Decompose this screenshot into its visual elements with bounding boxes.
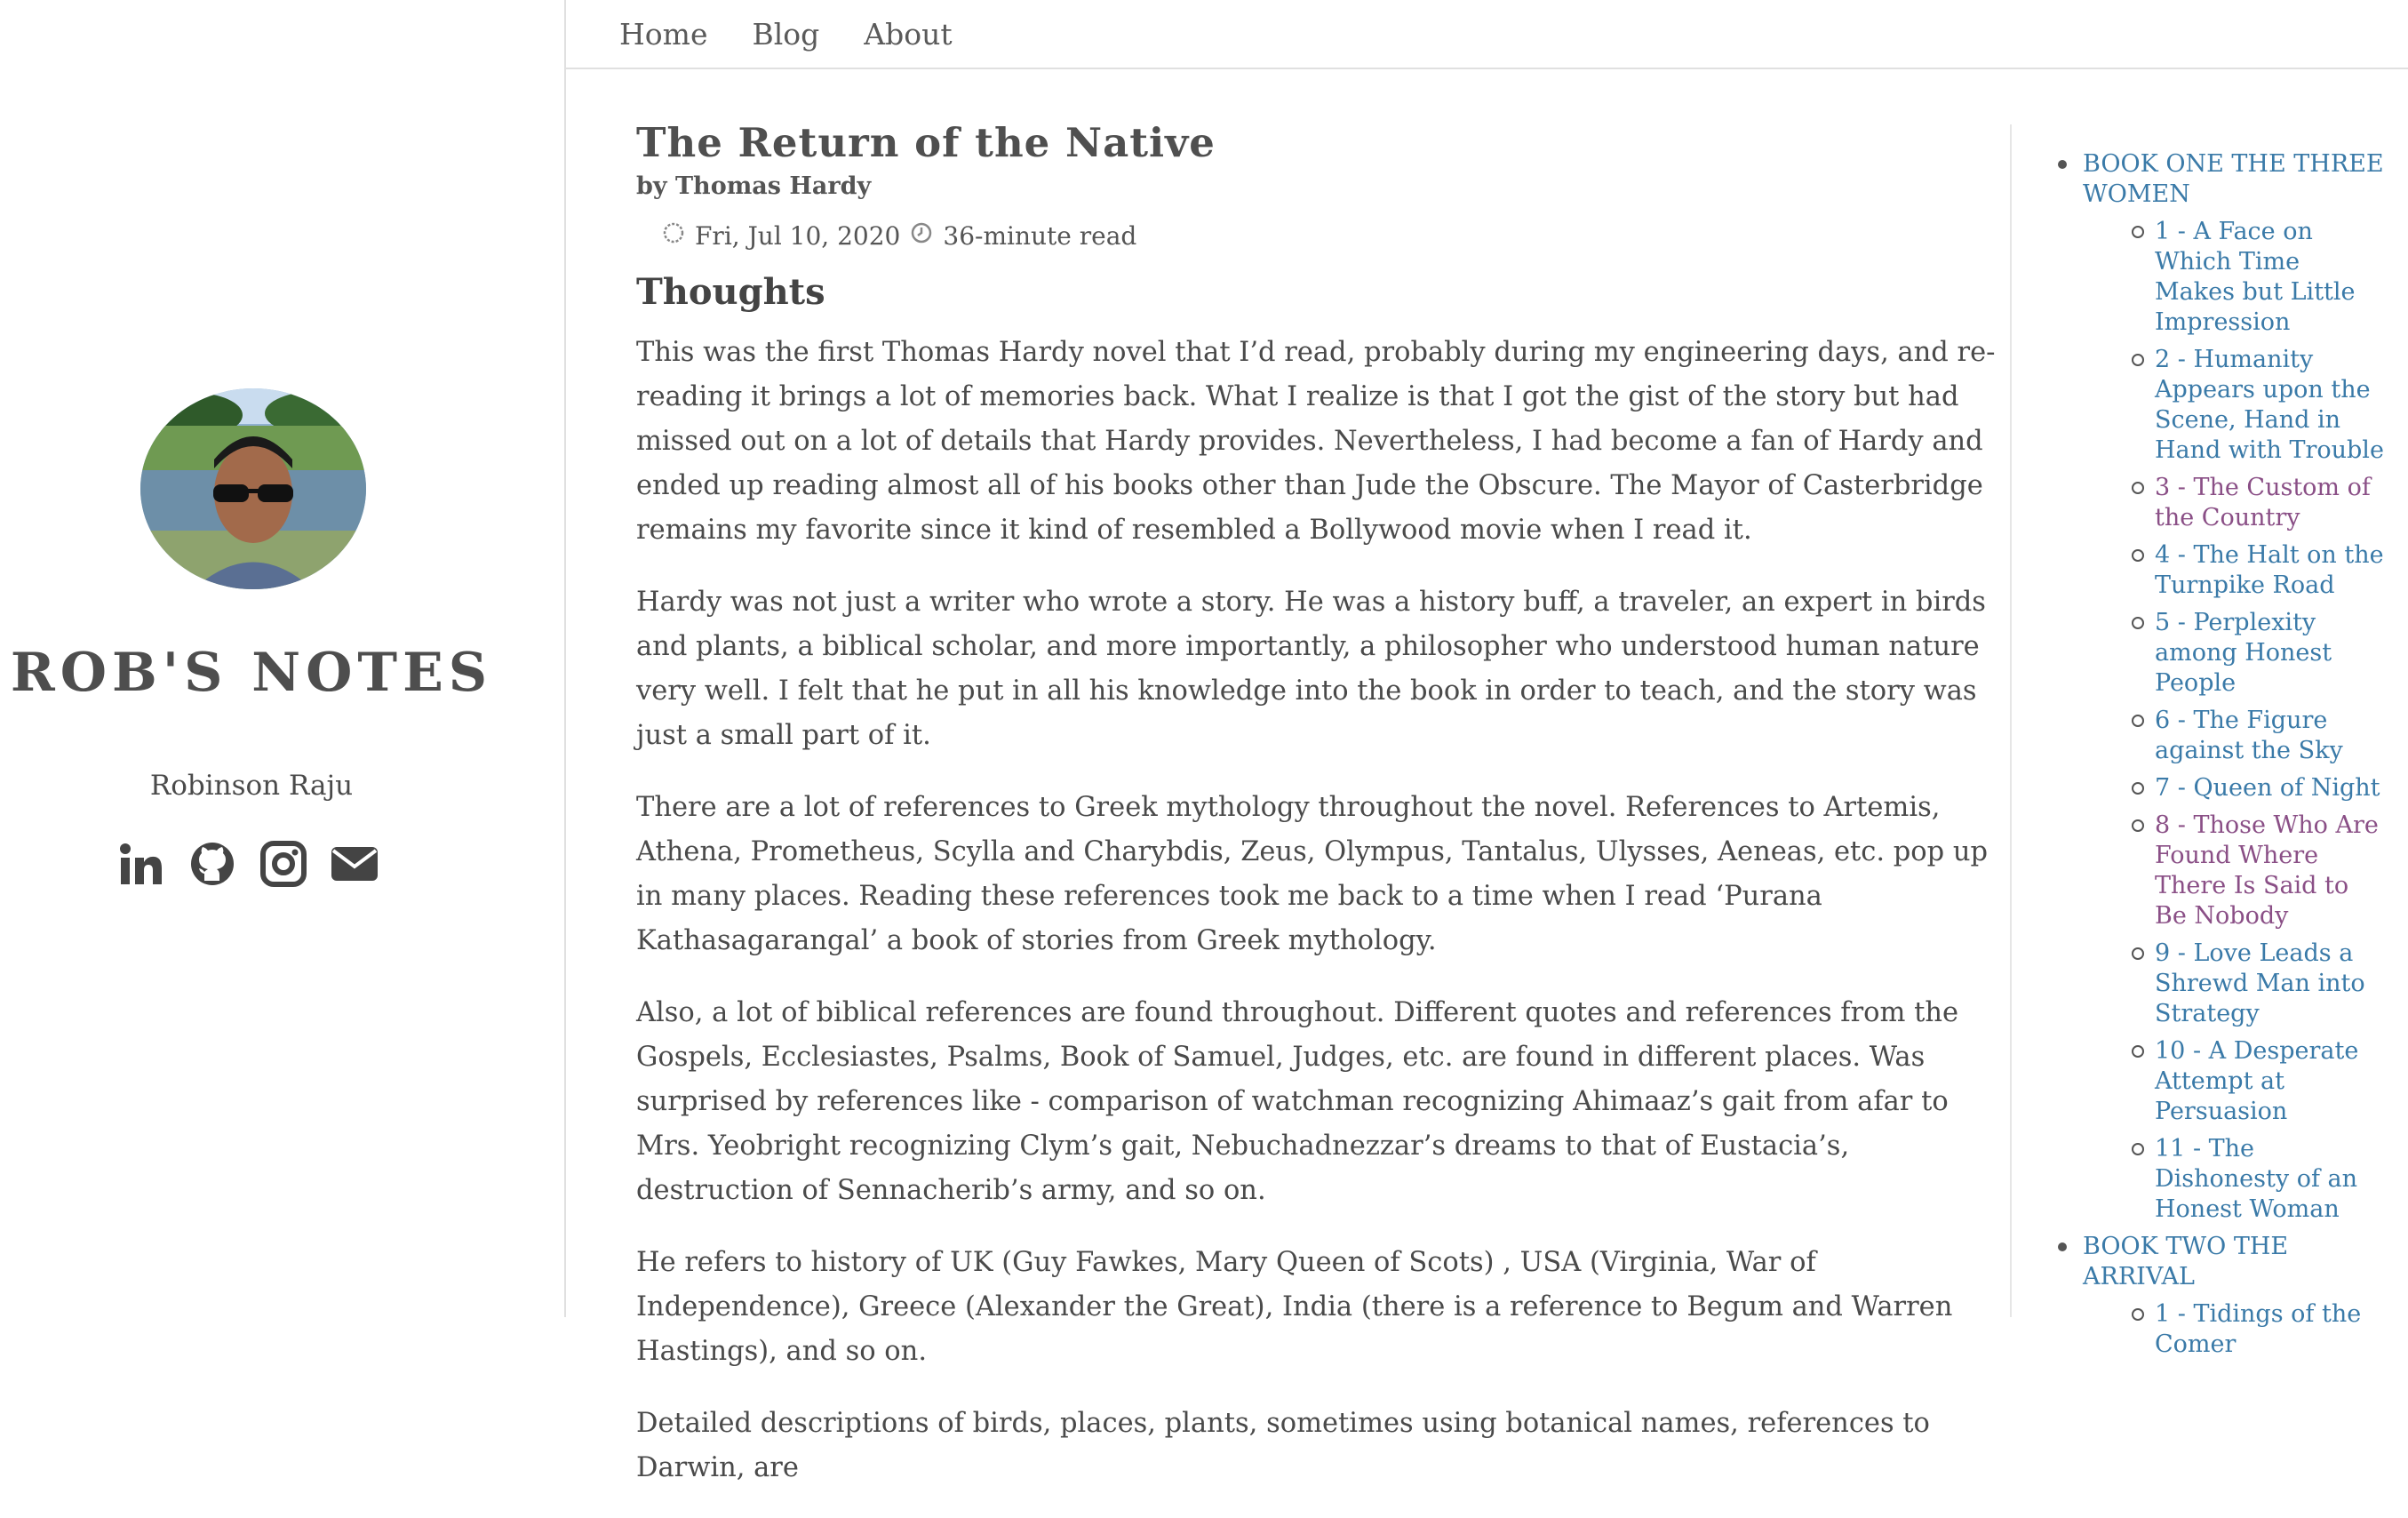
toc-link-chapter-5[interactable]: 5 - Perplexity among Honest People: [2155, 609, 2332, 697]
toc-link-chapter-2[interactable]: 2 - Humanity Appears upon the Scene, Han…: [2155, 346, 2384, 464]
paragraph: He refers to history of UK (Guy Fawkes, …: [636, 1247, 1953, 1367]
envelope-icon[interactable]: [331, 840, 379, 888]
toc-link-chapter-3[interactable]: 3 - The Custom of the Country: [2155, 474, 2371, 531]
sidebar: ROB'S NOTES Robinson Raju: [0, 0, 566, 1317]
toc-link-book-two-chapter-1[interactable]: 1 - Tidings of the Comer: [2155, 1300, 2361, 1358]
toc-chapter: 7 - Queen of Night: [2083, 773, 2385, 803]
toc-chapter: 11 - The Dishonesty of an Honest Woman: [2083, 1134, 2385, 1225]
read-time: 36-minute read: [943, 221, 1137, 251]
toc-chapter-list: 1 - Tidings of the Comer: [2083, 1299, 2385, 1360]
toc-book-two: BOOK TWO THE ARRIVAL 1 - Tidings of the …: [2012, 1232, 2385, 1360]
toc-chapter: 3 - The Custom of the Country: [2083, 473, 2385, 533]
toc-chapter: 5 - Perplexity among Honest People: [2083, 608, 2385, 699]
post-date: Fri, Jul 10, 2020: [695, 221, 901, 251]
paragraph: There are a lot of references to Greek m…: [636, 792, 1989, 956]
toc-chapter: 2 - Humanity Appears upon the Scene, Han…: [2083, 345, 2385, 466]
paragraph: Detailed descriptions of birds, places, …: [636, 1408, 1930, 1483]
clock-icon: [909, 220, 943, 252]
toc-chapter: 8 - Those Who Are Found Where There Is S…: [2083, 811, 2385, 931]
toc-link-chapter-1[interactable]: 1 - A Face on Which Time Makes but Littl…: [2155, 218, 2356, 336]
paragraph: Also, a lot of biblical references are f…: [636, 997, 1959, 1206]
toc-link-chapter-6[interactable]: 6 - The Figure against the Sky: [2155, 707, 2343, 764]
toc-chapter: 1 - Tidings of the Comer: [2083, 1299, 2385, 1360]
toc-chapter: 1 - A Face on Which Time Makes but Littl…: [2083, 217, 2385, 338]
toc-book-one: BOOK ONE THE THREE WOMEN 1 - A Face on W…: [2012, 149, 2385, 1225]
instagram-icon[interactable]: [259, 840, 307, 888]
paragraph: Hardy was not just a writer who wrote a …: [636, 587, 1986, 751]
post-title: The Return of the Native: [636, 119, 1216, 166]
toc-chapter: 4 - The Halt on the Turnpike Road: [2083, 540, 2385, 601]
paragraph: This was the first Thomas Hardy novel th…: [636, 337, 1996, 546]
top-nav: Home Blog About: [566, 0, 2408, 69]
toc-link-chapter-9[interactable]: 9 - Love Leads a Shrewd Man into Strateg…: [2155, 939, 2365, 1027]
article: The Return of the Native by Thomas Hardy…: [636, 114, 1996, 1518]
toc-link-book-two[interactable]: BOOK TWO THE ARRIVAL: [2083, 1233, 2288, 1290]
toc-chapter-list: 1 - A Face on Which Time Makes but Littl…: [2083, 217, 2385, 1225]
toc-link-chapter-4[interactable]: 4 - The Halt on the Turnpike Road: [2155, 541, 2384, 599]
toc-link-chapter-8[interactable]: 8 - Those Who Are Found Where There Is S…: [2155, 811, 2379, 930]
toc-link-chapter-7[interactable]: 7 - Queen of Night: [2155, 774, 2380, 802]
social-links: [117, 835, 379, 892]
site-title[interactable]: ROB'S NOTES: [0, 642, 503, 704]
table-of-contents: BOOK ONE THE THREE WOMEN 1 - A Face on W…: [2010, 124, 2408, 1358]
toc-link-chapter-11[interactable]: 11 - The Dishonesty of an Honest Woman: [2155, 1135, 2357, 1223]
avatar[interactable]: [140, 388, 366, 589]
section-heading: Thoughts: [636, 271, 825, 313]
linkedin-icon[interactable]: [117, 840, 165, 888]
post-byline: by Thomas Hardy: [636, 172, 872, 200]
calendar-icon: [661, 220, 695, 252]
toc-chapter: 9 - Love Leads a Shrewd Man into Strateg…: [2083, 939, 2385, 1029]
github-icon[interactable]: [188, 840, 236, 888]
nav-blog[interactable]: Blog: [752, 17, 819, 52]
toc-chapter: 6 - The Figure against the Sky: [2083, 706, 2385, 766]
nav-about[interactable]: About: [864, 17, 952, 52]
post-meta: Fri, Jul 10, 2020 36-minute read: [661, 220, 1996, 252]
toc-chapter: 10 - A Desperate Attempt at Persuasion: [2083, 1036, 2385, 1127]
author-name: Robinson Raju: [149, 770, 354, 802]
toc-link-book-one[interactable]: BOOK ONE THE THREE WOMEN: [2083, 150, 2384, 208]
nav-home[interactable]: Home: [619, 17, 707, 52]
toc-link-chapter-10[interactable]: 10 - A Desperate Attempt at Persuasion: [2155, 1037, 2358, 1125]
